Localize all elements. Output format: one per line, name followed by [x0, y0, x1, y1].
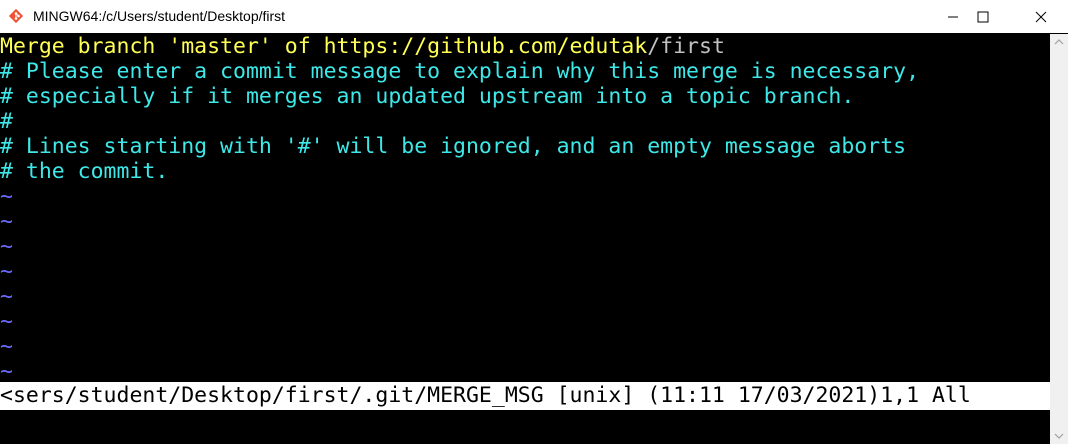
merge-message-repo-suffix: /first — [647, 34, 725, 59]
maximize-icon — [977, 11, 989, 22]
close-icon — [1035, 11, 1047, 22]
vertical-scrollbar[interactable] — [1050, 34, 1068, 444]
maximize-button[interactable] — [960, 0, 1006, 33]
terminal-area[interactable]: Merge branch 'master' of https://github.… — [0, 34, 1050, 444]
empty-line-tilde: ~ — [0, 359, 13, 384]
empty-line-tilde: ~ — [0, 284, 13, 309]
empty-line-tilde: ~ — [0, 209, 13, 234]
close-button[interactable] — [1018, 0, 1064, 33]
chevron-down-icon — [1054, 433, 1064, 439]
comment-line: # Please enter a commit message to expla… — [0, 59, 920, 84]
merge-message-line: Merge branch 'master' of https://github.… — [0, 34, 725, 59]
window-title: MINGW64:/c/Users/student/Desktop/first — [33, 8, 286, 24]
window-titlebar[interactable]: MINGW64:/c/Users/student/Desktop/first — [0, 0, 1068, 33]
scroll-up-button[interactable] — [1050, 34, 1068, 50]
empty-line-tilde: ~ — [0, 234, 13, 259]
empty-line-tilde: ~ — [0, 184, 13, 209]
git-icon — [8, 8, 24, 24]
comment-line: # the commit. — [0, 159, 169, 184]
comment-line: # Lines starting with '#' will be ignore… — [0, 134, 907, 159]
empty-line-tilde: ~ — [0, 334, 13, 359]
empty-line-tilde: ~ — [0, 309, 13, 334]
vim-status-line: <sers/student/Desktop/first/.git/MERGE_M… — [0, 382, 1050, 410]
chevron-up-icon — [1054, 39, 1064, 45]
comment-line: # — [0, 109, 13, 134]
scroll-down-button[interactable] — [1050, 428, 1068, 444]
minimize-icon — [948, 16, 958, 17]
empty-line-tilde: ~ — [0, 259, 13, 284]
merge-message-text: Merge branch 'master' of https://github.… — [0, 34, 648, 59]
comment-line: # especially if it merges an updated ups… — [0, 84, 855, 109]
